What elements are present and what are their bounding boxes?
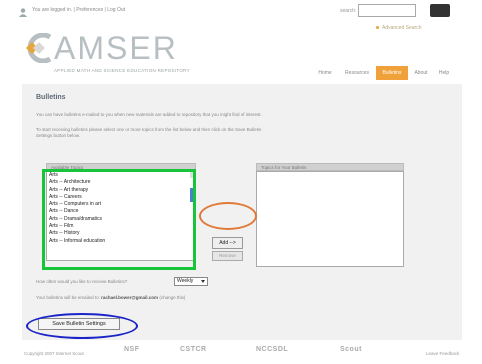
topic-option[interactable]: Arts -- Architecture (47, 179, 195, 186)
instructions-line-2: Settings button below. (36, 133, 81, 138)
topic-option[interactable]: Arts -- Drama/dramatics (47, 216, 195, 223)
topic-option[interactable]: Arts -- Computers in art (47, 201, 195, 208)
partner-logo-cstcr[interactable]: CSTCR (180, 346, 207, 359)
bullet-icon (376, 26, 379, 30)
available-topics-list[interactable]: Arts Arts -- Architecture Arts -- Art th… (46, 171, 196, 261)
footer: Copyright 2007 Internet Scout NSF CSTCR … (0, 342, 482, 364)
topic-option[interactable]: Arts (47, 172, 195, 179)
nav-resources[interactable]: Resources (340, 66, 374, 80)
main-content: Bulletins You can have bulletins e-maile… (22, 84, 462, 340)
logo-tagline: APPLIED MATH AND SCIENCE EDUCATION REPOS… (54, 68, 190, 73)
search-input[interactable] (358, 4, 416, 17)
page-title: Bulletins (36, 94, 66, 101)
topic-option[interactable]: Arts -- History (47, 230, 195, 237)
scrollbar-thumb[interactable] (190, 188, 195, 202)
email-address: rachael.bower@gmail.com (101, 295, 159, 300)
copyright-text: Copyright 2007 Internet Scout (24, 351, 84, 356)
topic-option[interactable]: Arts -- Careers (47, 194, 195, 201)
site-logo[interactable]: AMSER APPLIED MATH AND SCIENCE EDUCATION… (18, 28, 190, 76)
email-prefix: Your bulletins will be emailed to: (36, 295, 100, 300)
amser-logo-icon (26, 33, 52, 63)
topic-option[interactable]: Arts -- Informal education (47, 238, 195, 245)
frequency-label: How often would you like to receive Bull… (36, 279, 128, 284)
save-bulletin-settings-button[interactable]: Save Bulletin Settings (38, 318, 120, 330)
chevron-down-icon (201, 280, 205, 283)
partner-logo-scout[interactable]: Scout (340, 346, 362, 359)
available-topics-header: Available Topics (46, 163, 196, 171)
topic-option[interactable]: Arts -- Dance (47, 208, 195, 215)
nav-home[interactable]: Home (314, 66, 336, 80)
account-links[interactable]: You are logged in. | Preferences | Log O… (32, 7, 125, 13)
advanced-search-label: Advanced Search (382, 25, 422, 31)
topic-option[interactable]: Arts -- Film (47, 223, 195, 230)
topic-option[interactable]: Arts -- Art therapy (47, 187, 195, 194)
email-line: Your bulletins will be emailed to: racha… (36, 295, 185, 300)
nav-help[interactable]: Help (434, 66, 454, 80)
nav-bulletins[interactable]: Bulletins (376, 66, 408, 80)
frequency-select[interactable]: Weekly (174, 277, 208, 286)
partner-logo-nsf[interactable]: NSF (124, 346, 140, 359)
nav-about[interactable]: About (410, 66, 432, 80)
user-icon (19, 8, 27, 17)
advanced-search-link[interactable]: Advanced Search (376, 25, 421, 31)
search-label: search: (340, 8, 357, 14)
frequency-value: Weekly (177, 278, 194, 284)
partner-logo-nccsdl[interactable]: NCCSDL (256, 346, 288, 359)
logo-wordmark: AMSER (54, 30, 178, 66)
scrollbar-track[interactable] (190, 172, 195, 178)
leave-feedback-link[interactable]: Leave Feedback (426, 351, 459, 356)
intro-text: You can have bulletins e-mailed to you w… (36, 112, 262, 117)
bulletin-topics-list[interactable] (256, 171, 404, 267)
add-topic-button[interactable]: Add --> (212, 237, 243, 249)
bulletin-topics-header: Topics for Your Bulletin (256, 163, 404, 171)
remove-topic-button[interactable]: Remove (212, 251, 243, 261)
search-button[interactable] (430, 4, 450, 17)
change-email-link[interactable]: (change this) (159, 295, 185, 300)
top-bar: You are logged in. | Preferences | Log O… (0, 0, 482, 26)
